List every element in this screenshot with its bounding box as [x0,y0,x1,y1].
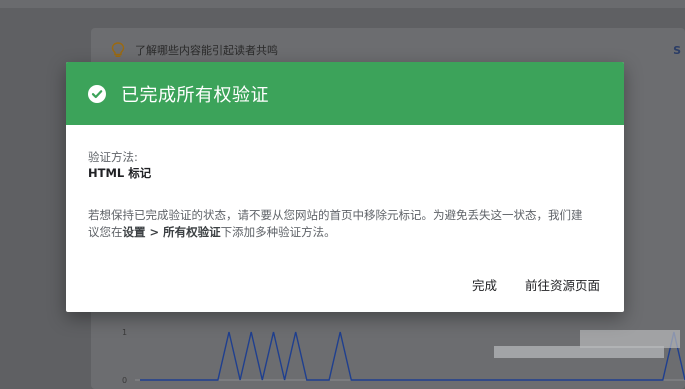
dialog-header: 已完成所有权验证 [66,62,624,125]
go-to-property-button[interactable]: 前往资源页面 [525,275,600,294]
settings-path: 设置 > 所有权验证 [122,225,221,239]
done-button[interactable]: 完成 [472,275,497,294]
dialog-title: 已完成所有权验证 [121,84,269,106]
y-tick-1: 1 [122,328,127,337]
method-value: HTML 标记 [88,166,152,180]
check-circle-icon [88,84,106,103]
dialog-body: 验证方法: HTML 标记 若想保持已完成验证的状态，请不要从您网站的首页中移除… [66,125,624,241]
dialog-actions: 完成 前往资源页面 [472,275,600,294]
blurred-region [580,330,680,348]
description-part-2: 下添加多种验证方法。 [220,225,336,239]
y-tick-0: 0 [122,376,127,385]
method-label: 验证方法: [88,150,138,164]
verification-dialog: 已完成所有权验证 验证方法: HTML 标记 若想保持已完成验证的状态，请不要从… [66,62,624,312]
description-text: 若想保持已完成验证的状态，请不要从您网站的首页中移除元标记。为避免丢失这一状态，… [88,207,593,241]
